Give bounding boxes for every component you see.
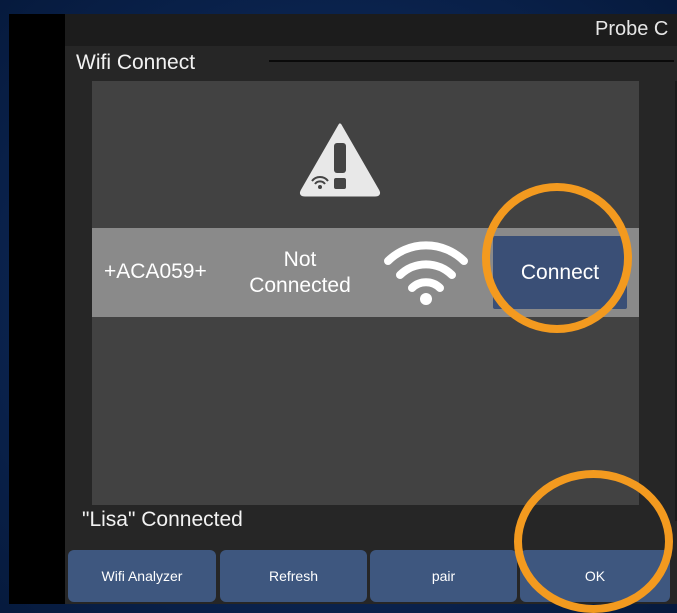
app-title: Probe C (595, 18, 669, 40)
title-divider (269, 60, 674, 62)
screenshot-frame: Probe C Wifi Connect +ACA059+ Not Connec… (0, 0, 677, 613)
device-bezel (9, 14, 65, 604)
wifi-analyzer-button[interactable]: Wifi Analyzer (68, 550, 216, 602)
button-bar: Wifi Analyzer Refresh pair OK (65, 550, 677, 604)
connected-network-status: "Lisa" Connected (82, 508, 243, 531)
app-title-bar: Probe C (65, 14, 677, 46)
app-screen: Probe C Wifi Connect +ACA059+ Not Connec… (65, 14, 677, 604)
network-list[interactable]: +ACA059+ Not Connected Connect (92, 81, 639, 505)
warning-icon (299, 123, 381, 197)
ok-button[interactable]: OK (520, 550, 670, 602)
network-ssid: +ACA059+ (104, 260, 207, 283)
refresh-button[interactable]: Refresh (220, 550, 367, 602)
network-connection-status: Not Connected (249, 248, 351, 297)
pair-button[interactable]: pair (370, 550, 517, 602)
network-row[interactable]: +ACA059+ Not Connected Connect (92, 228, 639, 317)
dialog-title: Wifi Connect (76, 51, 196, 74)
connect-button[interactable]: Connect (493, 236, 627, 309)
wifi-icon (384, 241, 468, 305)
